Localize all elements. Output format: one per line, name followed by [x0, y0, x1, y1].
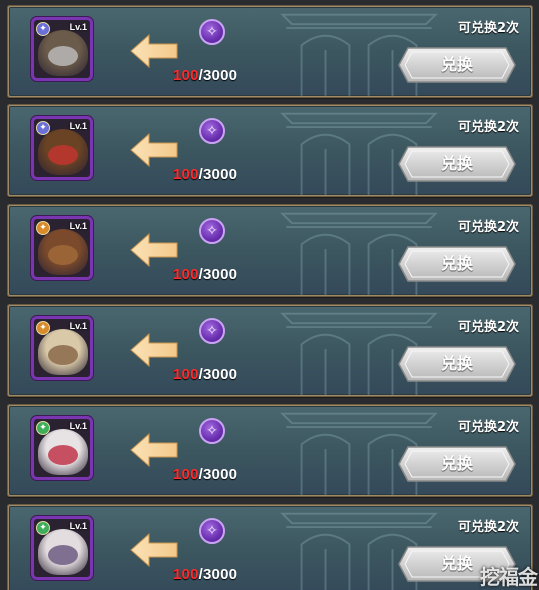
exchange-button[interactable]: 兑换 [398, 246, 516, 282]
arrow-left-icon [130, 532, 178, 568]
hero-level: Lv.1 [69, 521, 87, 531]
coin-required: /3000 [198, 366, 238, 383]
hero-portrait[interactable]: ✦ Lv.1 [31, 516, 93, 580]
lightbearer-icon: ✦ [36, 22, 50, 36]
coin-required: /3000 [198, 166, 238, 183]
hero-coin-icon: ✧ [199, 318, 225, 344]
hero-avatar-detail [48, 46, 78, 66]
remaining-exchanges: 可兑换2次 [457, 520, 519, 535]
coin-current: 100 [173, 566, 199, 583]
coin-current: 100 [173, 266, 199, 283]
row-panel: ✦ Lv.1 ✧ 100/3000 可兑换2次兑换 [9, 306, 531, 395]
exchange-row: ✦ Lv.1 ✧ 100/3000 可兑换2次兑换 [7, 304, 533, 397]
hero-level: Lv.1 [69, 221, 87, 231]
remaining-exchanges: 可兑换2次 [457, 420, 519, 435]
exchange-button[interactable]: 兑换 [398, 346, 516, 382]
exchange-button-label: 兑换 [440, 254, 473, 273]
exchange-button-label: 兑换 [440, 454, 473, 473]
hero-portrait[interactable]: ✦ Lv.1 [31, 17, 93, 81]
exchange-button[interactable]: 兑换 [398, 146, 516, 182]
exchange-button-label: 兑换 [440, 55, 473, 74]
hero-portrait[interactable]: ✦ Lv.1 [31, 416, 93, 480]
hero-portrait[interactable]: ✦ Lv.1 [31, 316, 93, 380]
coin-current: 100 [173, 366, 199, 383]
exchange-list: ✦ Lv.1 ✧ 100/3000 可兑换2次 兑换 ✦ Lv.1 ✧ 100/3000 可兑换2次… [0, 0, 539, 590]
hero-avatar-detail [48, 445, 78, 465]
remaining-exchanges: 可兑换2次 [457, 21, 519, 36]
wilder-icon: ✦ [36, 521, 50, 535]
hero-coin-icon: ✧ [199, 518, 225, 544]
coin-required: /3000 [198, 67, 238, 84]
mauler-icon: ✦ [36, 321, 50, 335]
hero-avatar-detail [48, 245, 78, 265]
lightbearer-icon: ✦ [36, 121, 50, 135]
exchange-row: ✦ Lv.1 ✧ 100/3000 可兑换2次 兑换 [7, 504, 533, 590]
hero-portrait[interactable]: ✦ Lv.1 [31, 116, 93, 180]
row-panel: ✦ Lv.1 ✧ 100/3000 可兑换2次兑换 [9, 406, 531, 495]
exchange-button-label: 兑换 [440, 354, 473, 373]
hero-portrait[interactable]: ✦ Lv.1 [31, 216, 93, 280]
wilder-icon: ✦ [36, 421, 50, 435]
watermark-logo: 挖福金 [480, 565, 538, 589]
coin-current: 100 [173, 166, 199, 183]
hero-avatar-detail [48, 345, 78, 365]
coin-progress: 100/3000 [173, 466, 237, 483]
arrow-left-icon [130, 332, 178, 368]
coin-progress: 100/3000 [173, 166, 237, 183]
hero-coin-icon: ✧ [199, 19, 225, 45]
hero-avatar-detail [48, 545, 78, 565]
arrow-left-icon [130, 432, 178, 468]
coin-progress: 100/3000 [173, 566, 237, 583]
exchange-row: ✦ Lv.1 ✧ 100/3000 可兑换2次兑换 [7, 104, 533, 197]
coin-required: /3000 [198, 466, 238, 483]
remaining-exchanges: 可兑换2次 [457, 120, 519, 135]
exchange-button[interactable]: 兑换 [398, 446, 516, 482]
row-panel: ✦ Lv.1 ✧ 100/3000 可兑换2次兑换 [9, 7, 531, 96]
arrow-left-icon [130, 132, 178, 168]
exchange-button[interactable]: 兑换 [398, 47, 516, 83]
coin-progress: 100/3000 [173, 366, 237, 383]
coin-required: /3000 [198, 266, 238, 283]
coin-current: 100 [173, 466, 199, 483]
coin-progress: 100/3000 [173, 67, 237, 84]
mauler-icon: ✦ [36, 221, 50, 235]
exchange-row: ✦ Lv.1 ✧ 100/3000 可兑换2次兑换 [7, 204, 533, 297]
row-panel: ✦ Lv.1 ✧ 100/3000 可兑换2次兑换 [9, 206, 531, 295]
remaining-exchanges: 可兑换2次 [457, 220, 519, 235]
hero-level: Lv.1 [69, 321, 87, 331]
arrow-left-icon [130, 33, 178, 69]
exchange-row: ✦ Lv.1 ✧ 100/3000 可兑换2次兑换 [7, 5, 533, 98]
hero-avatar-detail [48, 145, 78, 165]
hero-level: Lv.1 [69, 421, 87, 431]
hero-coin-icon: ✧ [199, 118, 225, 144]
hero-level: Lv.1 [69, 22, 87, 32]
exchange-button-label: 兑换 [440, 154, 473, 173]
hero-coin-icon: ✧ [199, 418, 225, 444]
coin-current: 100 [173, 67, 199, 84]
row-panel: ✦ Lv.1 ✧ 100/3000 可兑换2次兑换 [9, 106, 531, 195]
coin-required: /3000 [198, 566, 238, 583]
row-panel: ✦ Lv.1 ✧ 100/3000 可兑换2次 兑换 [9, 506, 531, 590]
arrow-left-icon [130, 232, 178, 268]
remaining-exchanges: 可兑换2次 [457, 320, 519, 335]
coin-progress: 100/3000 [173, 266, 237, 283]
exchange-row: ✦ Lv.1 ✧ 100/3000 可兑换2次兑换 [7, 404, 533, 497]
hero-coin-icon: ✧ [199, 218, 225, 244]
hero-level: Lv.1 [69, 121, 87, 131]
